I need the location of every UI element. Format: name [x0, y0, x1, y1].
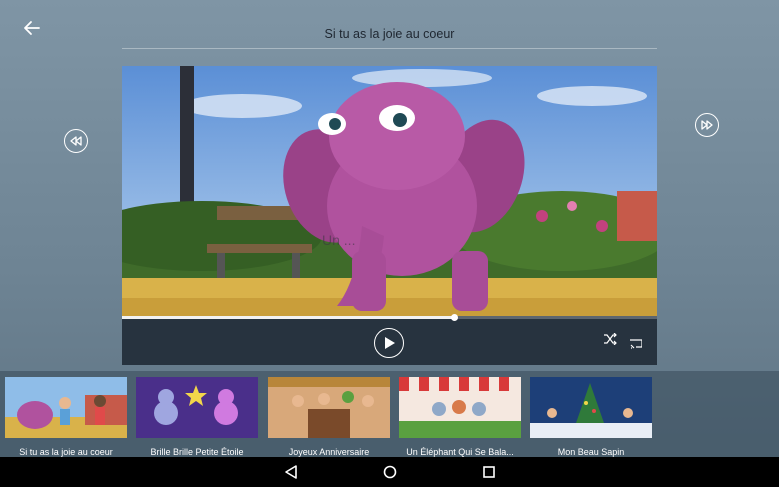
playlist-item-label: Joyeux Anniversaire: [288, 447, 370, 457]
playlist-item-label: Brille Brille Petite Étoile: [150, 447, 244, 457]
seek-bar-thumb[interactable]: [450, 314, 458, 321]
system-recents-button[interactable]: [481, 464, 497, 485]
video-frame: [122, 66, 657, 316]
video-player[interactable]: Un ...: [122, 66, 657, 365]
player-controls: [122, 314, 657, 365]
rewind-icon: [70, 136, 82, 146]
playlist-item-label: Si tu as la joie au coeur: [19, 447, 113, 457]
play-icon: [385, 337, 395, 349]
next-video-button[interactable]: [695, 113, 719, 137]
playlist-item[interactable]: Si tu as la joie au coeur: [5, 377, 127, 457]
loading-overlay-text: Un ...: [322, 232, 356, 248]
cast-icon: [630, 339, 643, 349]
cast-button[interactable]: [630, 336, 643, 354]
shuffle-button[interactable]: [603, 332, 617, 350]
video-thumbnail: [136, 377, 258, 438]
play-button[interactable]: [374, 328, 404, 358]
video-thumbnail: [268, 377, 390, 438]
video-thumbnail: [5, 377, 127, 438]
shuffle-icon: [604, 332, 617, 346]
fast-forward-icon: [701, 120, 713, 130]
playlist-item[interactable]: Brille Brille Petite Étoile: [136, 377, 258, 457]
system-back-button[interactable]: [284, 464, 298, 485]
page-title: Si tu as la joie au coeur: [324, 27, 455, 41]
triangle-back-icon: [285, 465, 297, 479]
seek-bar-progress: [122, 316, 454, 319]
playlist-item-label: Mon Beau Sapin: [557, 447, 625, 457]
playlist-strip: Si tu as la joie au coeur Brille Brille …: [0, 371, 779, 457]
playlist-item[interactable]: Un Éléphant Qui Se Bala...: [399, 377, 521, 457]
seek-bar[interactable]: [122, 314, 657, 321]
playlist-item[interactable]: Mon Beau Sapin: [530, 377, 652, 457]
title-divider: [122, 48, 657, 49]
video-thumbnail: [530, 377, 652, 438]
system-navigation-bar: [0, 457, 779, 487]
circle-home-icon: [383, 465, 397, 479]
video-thumbnail: [399, 377, 521, 438]
square-recents-icon: [483, 466, 495, 478]
system-home-button[interactable]: [382, 464, 398, 485]
previous-video-button[interactable]: [64, 129, 88, 153]
playlist-item-label: Un Éléphant Qui Se Bala...: [406, 447, 514, 457]
playlist-item[interactable]: Joyeux Anniversaire: [268, 377, 390, 457]
